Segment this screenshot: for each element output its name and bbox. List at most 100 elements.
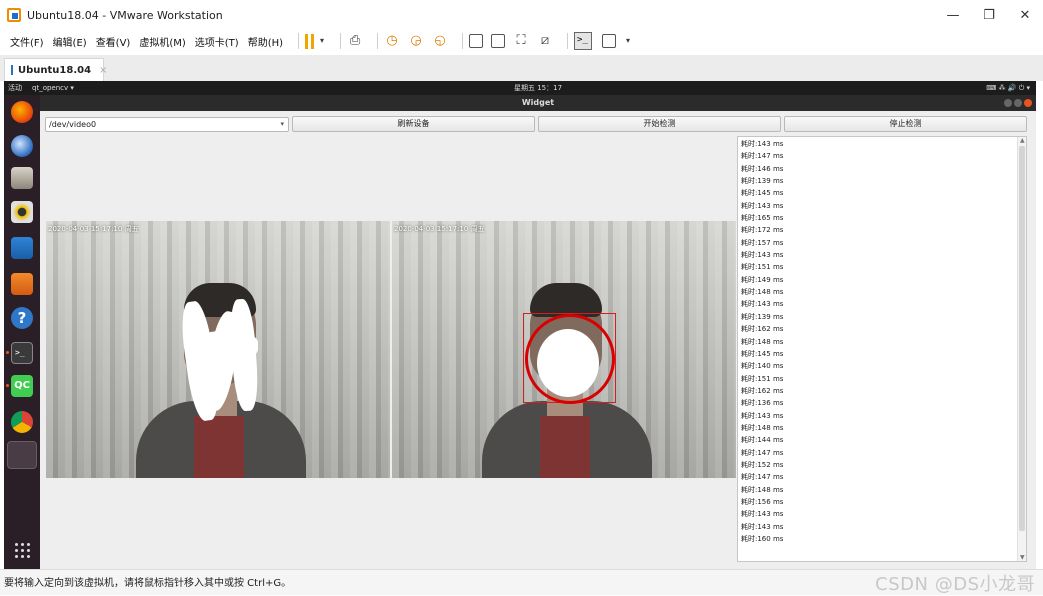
app-close-icon[interactable]	[1024, 99, 1032, 107]
log-line: 耗时:160 ms	[741, 535, 784, 543]
qtcreator-running-indicator	[6, 384, 9, 387]
toolbar-separator	[567, 33, 569, 49]
log-line: 耗时:136 ms	[741, 399, 784, 408]
vmware-titlebar: Ubuntu18.04 - VMware Workstation — ❐ ✕	[0, 0, 1043, 30]
log-line: 耗时:148 ms	[741, 423, 784, 432]
person-hair	[530, 283, 602, 317]
app-window-title: Widget	[521, 98, 555, 107]
qt-app-running-icon[interactable]	[7, 441, 37, 469]
tab-ubuntu[interactable]: Ubuntu18.04 ×	[4, 58, 107, 81]
window-title: Ubuntu18.04 - VMware Workstation	[27, 8, 223, 22]
menu-tabs[interactable]: 选项卡(T)	[195, 34, 239, 49]
libreoffice-writer-icon[interactable]	[11, 237, 33, 259]
app-maximize-icon[interactable]	[1014, 99, 1022, 107]
video-timestamp: 2020-04-03 15:17:10 周五	[48, 225, 139, 233]
sidebar-view-icon[interactable]	[469, 34, 484, 48]
terminal-running-indicator	[6, 351, 9, 354]
dropdown-arrow-icon[interactable]: ▾	[318, 33, 326, 49]
scroll-down-icon[interactable]: ▼	[1020, 554, 1025, 561]
snapshot-restore-icon[interactable]: ◶	[408, 33, 424, 49]
gnome-topbar: 活动 qt_opencv ▾ 星期五 15：17 ⌨ ⁂ 🔊 ⏻ ▾	[4, 81, 1036, 95]
log-line: 耗时:143 ms	[741, 300, 784, 309]
log-line: 耗时:143 ms	[741, 522, 784, 531]
app-window-controls	[1004, 99, 1032, 107]
restore-button[interactable]: ❐	[971, 0, 1007, 30]
system-status-icons[interactable]: ⌨ ⁂ 🔊 ⏻ ▾	[986, 84, 1030, 93]
log-line: 耗时:147 ms	[741, 473, 784, 482]
device-select-value: /dev/video0	[49, 120, 97, 129]
log-line: 耗时:156 ms	[741, 497, 784, 506]
fullscreen-icon[interactable]: ⛶	[513, 33, 529, 49]
log-scrollbar[interactable]: ▲ ▼	[1017, 137, 1026, 561]
log-line: 耗时:152 ms	[741, 460, 784, 469]
log-line: 耗时:139 ms	[741, 177, 784, 186]
thumbnail-view-icon[interactable]	[491, 34, 506, 48]
start-detection-button[interactable]: 开始检测	[538, 116, 781, 132]
send-ctrl-alt-del-icon[interactable]: ⎙	[347, 33, 363, 49]
toolbar-separator	[462, 33, 464, 49]
app-minimize-icon[interactable]	[1004, 99, 1012, 107]
console-view-icon[interactable]: >_	[574, 32, 593, 50]
person-shirt	[540, 416, 590, 478]
camera-preview-left: 2020-04-03 15:17:10 周五	[46, 221, 390, 478]
log-line: 耗时:148 ms	[741, 288, 784, 297]
clock[interactable]: 星期五 15：17	[514, 83, 562, 93]
thunderbird-icon[interactable]	[11, 135, 33, 157]
app-body: /dev/video0 ▾ 刷新设备 开始检测 停止检测 2020-04-03 …	[40, 111, 1036, 569]
chrome-icon[interactable]	[11, 411, 33, 433]
device-select[interactable]: /dev/video0 ▾	[45, 117, 289, 132]
qtcreator-icon[interactable]: QC	[11, 375, 33, 397]
snapshot-icon[interactable]: ◷	[384, 33, 400, 49]
log-line: 耗时:143 ms	[741, 140, 784, 148]
toolbar-separator	[340, 33, 342, 49]
pause-icon[interactable]	[305, 33, 315, 49]
timing-log-lines: 耗时:143 ms 耗时:147 ms 耗时:146 ms 耗时:139 ms 耗时:1…	[741, 138, 783, 545]
log-line: 耗时:157 ms	[741, 238, 784, 247]
help-icon[interactable]: ?	[11, 307, 33, 329]
menu-help[interactable]: 帮助(H)	[248, 34, 283, 49]
show-applications-icon[interactable]	[15, 543, 30, 558]
scroll-up-icon[interactable]: ▲	[1020, 137, 1025, 144]
app-titlebar: Widget	[40, 95, 1036, 111]
vmware-menubar: 文件(F) 编辑(E) 查看(V) 虚拟机(M) 选项卡(T) 帮助(H) ▾ …	[0, 30, 1043, 52]
app-menu[interactable]: qt_opencv ▾	[32, 84, 74, 92]
refresh-devices-button[interactable]: 刷新设备	[292, 116, 535, 132]
log-line: 耗时:143 ms	[741, 251, 784, 260]
rhythmbox-icon[interactable]	[11, 201, 33, 223]
log-line: 耗时:151 ms	[741, 374, 784, 383]
menu-vm[interactable]: 虚拟机(M)	[139, 34, 185, 49]
log-line: 耗时:165 ms	[741, 214, 784, 223]
activities-button[interactable]: 活动	[8, 83, 22, 93]
tab-close-icon[interactable]: ×	[99, 65, 107, 76]
menu-edit[interactable]: 编辑(E)	[53, 34, 87, 49]
log-line: 耗时:148 ms	[741, 337, 784, 346]
toolbar-separator	[377, 33, 379, 49]
minimize-button[interactable]: —	[935, 0, 971, 30]
menu-file[interactable]: 文件(F)	[10, 34, 44, 49]
menu-view[interactable]: 查看(V)	[96, 34, 131, 49]
log-line: 耗时:148 ms	[741, 485, 784, 494]
ubuntu-dock: ? >_ QC	[4, 95, 40, 569]
stop-detection-button[interactable]: 停止检测	[784, 116, 1027, 132]
snapshot-manager-icon[interactable]: ◵	[432, 33, 448, 49]
chevron-down-icon: ▾	[280, 120, 284, 128]
vmware-tabbar: Ubuntu18.04 ×	[0, 55, 1043, 81]
software-center-icon[interactable]	[11, 273, 33, 295]
log-line: 耗时:147 ms	[741, 448, 784, 457]
stretch-view-icon[interactable]	[602, 34, 617, 48]
log-line: 耗时:145 ms	[741, 349, 784, 358]
files-icon[interactable]	[11, 167, 33, 189]
face-redaction	[196, 331, 258, 361]
timing-log[interactable]: 耗时:143 ms 耗时:147 ms 耗时:146 ms 耗时:139 ms 耗时:1…	[737, 136, 1027, 562]
close-button[interactable]: ✕	[1007, 0, 1043, 30]
person-shirt	[194, 416, 244, 478]
unity-icon[interactable]: ⧄	[537, 33, 553, 49]
log-line: 耗时:143 ms	[741, 510, 784, 519]
vmware-statusbar: 要将输入定向到该虚拟机，请将鼠标指针移入其中或按 Ctrl+G。 CSDN @D…	[0, 569, 1043, 595]
scroll-thumb[interactable]	[1019, 146, 1025, 531]
log-line: 耗时:149 ms	[741, 275, 784, 284]
tab-label: Ubuntu18.04	[18, 64, 92, 76]
dropdown-arrow-icon[interactable]: ▾	[624, 33, 632, 49]
firefox-icon[interactable]	[11, 101, 33, 123]
terminal-icon[interactable]: >_	[11, 342, 33, 364]
